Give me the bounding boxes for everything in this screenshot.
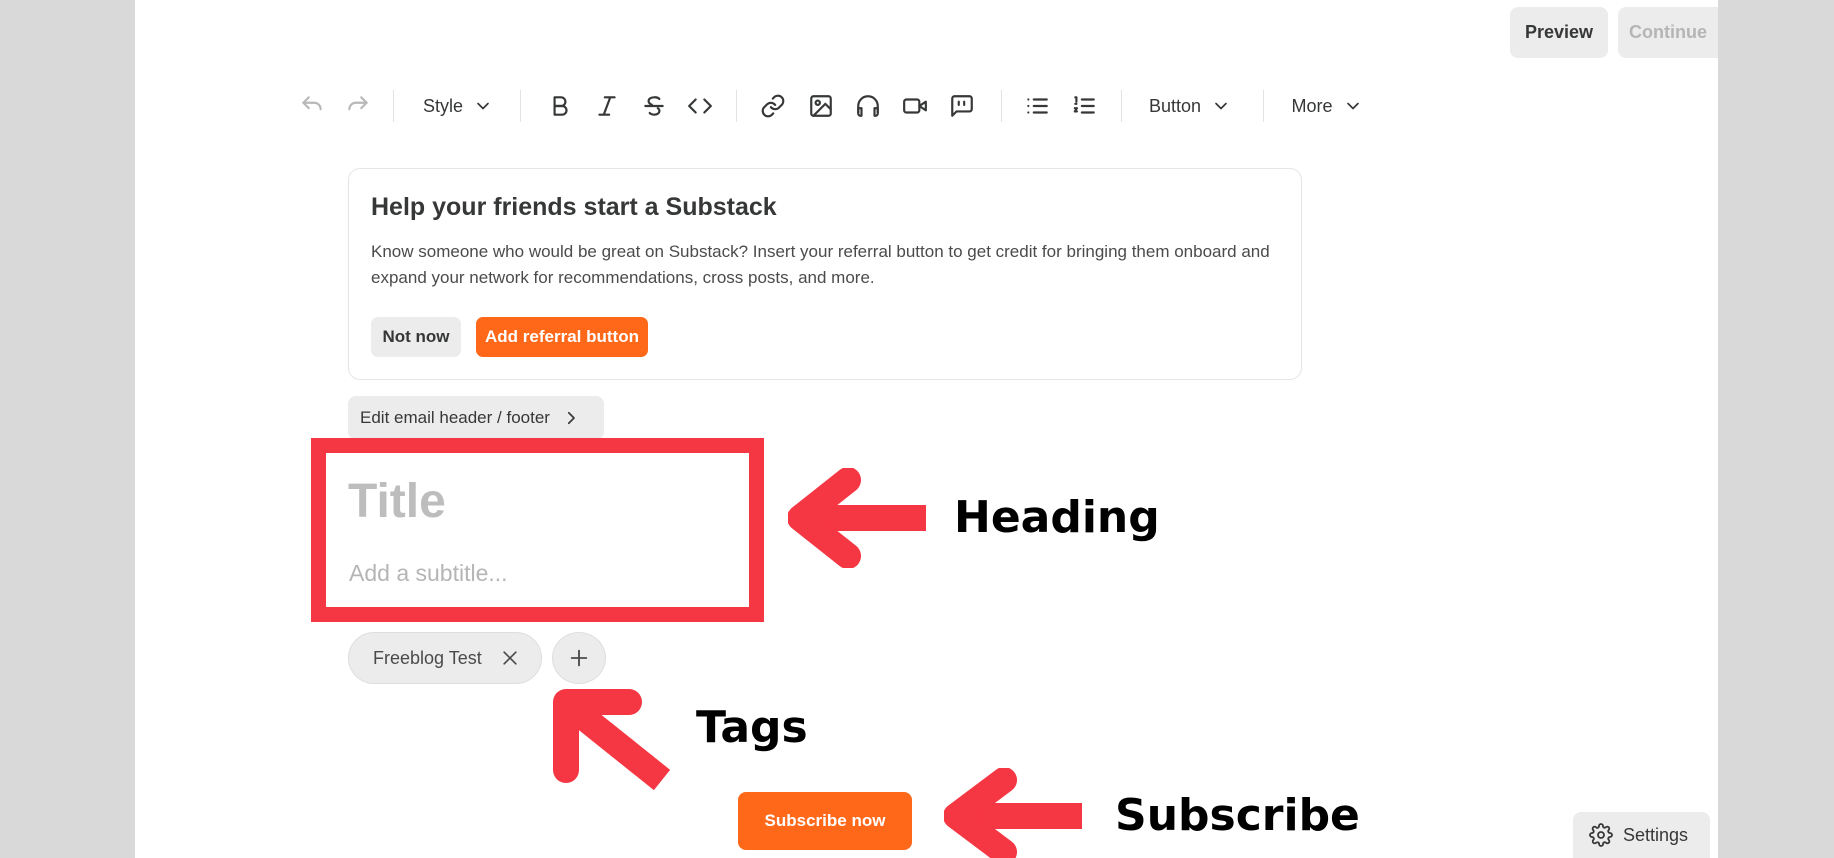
continue-button[interactable]: Continue	[1618, 7, 1718, 58]
toolbar-divider	[736, 90, 737, 122]
tags-arrow-icon	[553, 689, 671, 790]
preview-button[interactable]: Preview	[1510, 7, 1608, 58]
subscribe-arrow-icon	[944, 768, 1082, 858]
title-input[interactable]: Title	[348, 474, 446, 529]
edit-email-header-footer-button[interactable]: Edit email header / footer	[348, 396, 604, 440]
heading-arrow-icon	[788, 468, 926, 568]
referral-card-body: Know someone who would be great on Subst…	[371, 242, 1270, 287]
numbered-list-icon[interactable]	[1068, 82, 1100, 130]
button-dropdown-label: Button	[1148, 95, 1202, 116]
subscribe-annotation-label: Subscribe	[1115, 790, 1360, 841]
audio-icon[interactable]	[852, 82, 884, 130]
tag-label: Freeblog Test	[373, 647, 482, 668]
toolbar-divider	[1263, 90, 1264, 122]
video-icon[interactable]	[899, 82, 931, 130]
bullet-list-icon[interactable]	[1021, 82, 1053, 130]
more-label: More	[1291, 95, 1333, 116]
tag-chip[interactable]: Freeblog Test	[348, 632, 542, 684]
referral-card-title: Help your friends start a Substack	[371, 193, 777, 221]
redo-icon[interactable]	[342, 82, 374, 130]
chevron-down-icon	[477, 102, 489, 110]
link-icon[interactable]	[757, 82, 789, 130]
gear-icon	[1589, 823, 1613, 847]
heading-annotation-label: Heading	[954, 492, 1160, 543]
style-dropdown[interactable]: Style	[420, 82, 496, 130]
chevron-down-icon	[1215, 102, 1227, 110]
add-referral-button[interactable]: Add referral button	[476, 317, 648, 357]
style-label: Style	[422, 95, 464, 116]
tags-annotation-label: Tags	[696, 702, 808, 753]
strikethrough-icon[interactable]	[638, 82, 670, 130]
referral-card: Help your friends start a Substack Know …	[348, 168, 1302, 380]
subtitle-input[interactable]: Add a subtitle...	[349, 560, 508, 587]
bold-icon[interactable]	[544, 82, 576, 130]
chevron-down-icon	[1346, 102, 1359, 110]
toolbar-divider	[393, 90, 394, 122]
button-dropdown[interactable]: Button	[1146, 82, 1234, 130]
toolbar-divider	[1121, 90, 1122, 122]
formatting-toolbar: Style Button More	[0, 82, 1834, 130]
settings-button[interactable]: Settings	[1573, 812, 1710, 858]
toolbar-divider	[1001, 90, 1002, 122]
close-icon[interactable]	[500, 648, 520, 668]
chevron-right-icon	[567, 411, 575, 425]
plus-icon	[570, 649, 588, 667]
image-icon[interactable]	[805, 82, 837, 130]
more-dropdown[interactable]: More	[1290, 82, 1364, 130]
quote-icon[interactable]	[946, 82, 978, 130]
settings-label: Settings	[1623, 824, 1689, 845]
italic-icon[interactable]	[591, 82, 623, 130]
edit-email-label: Edit email header / footer	[360, 408, 550, 427]
add-tag-button[interactable]	[552, 632, 606, 684]
not-now-button[interactable]: Not now	[371, 317, 461, 357]
undo-icon[interactable]	[296, 82, 328, 130]
heading-annotation-box	[311, 438, 764, 622]
toolbar-divider	[520, 90, 521, 122]
code-icon[interactable]	[684, 82, 716, 130]
subscribe-now-button[interactable]: Subscribe now	[738, 792, 912, 850]
